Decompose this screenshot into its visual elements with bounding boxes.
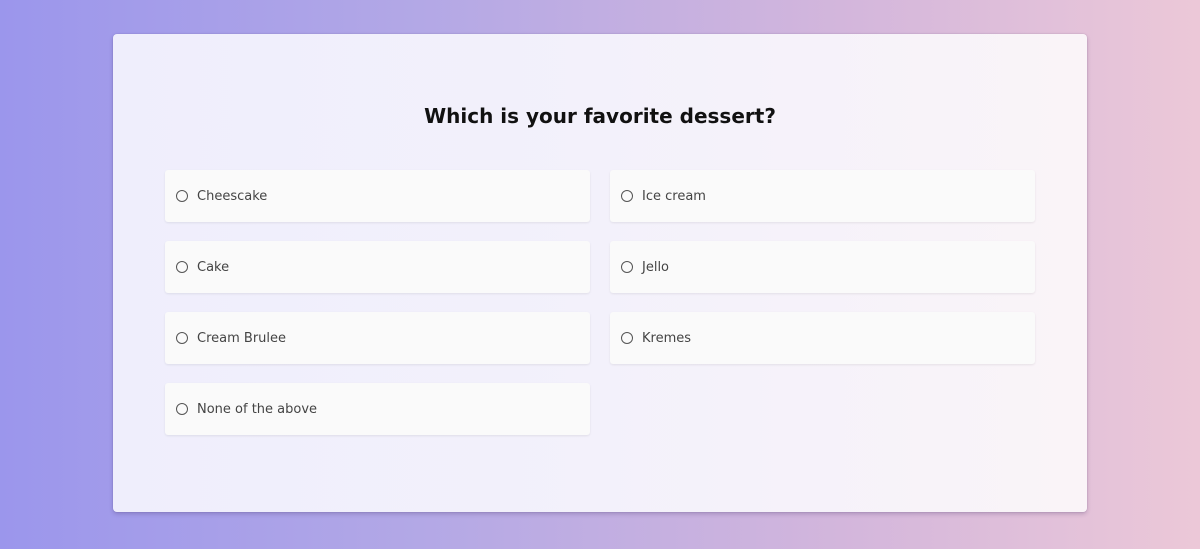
radio-icon[interactable]	[176, 261, 188, 273]
radio-icon[interactable]	[176, 190, 188, 202]
question-title: Which is your favorite dessert?	[424, 104, 776, 128]
option-label: Ice cream	[642, 188, 706, 204]
radio-icon[interactable]	[176, 332, 188, 344]
option-cake[interactable]: Cake	[165, 241, 590, 293]
radio-icon[interactable]	[176, 403, 188, 415]
option-label: Cake	[197, 259, 230, 275]
option-jello[interactable]: Jello	[610, 241, 1035, 293]
option-label: Cream Brulee	[197, 330, 287, 346]
option-cream-brulee[interactable]: Cream Brulee	[165, 312, 590, 364]
option-kremes[interactable]: Kremes	[610, 312, 1035, 364]
option-ice-cream[interactable]: Ice cream	[610, 170, 1035, 222]
option-cheescake[interactable]: Cheescake	[165, 170, 590, 222]
radio-icon[interactable]	[621, 332, 633, 344]
option-label: Cheescake	[197, 188, 268, 204]
radio-icon[interactable]	[621, 190, 633, 202]
option-label: None of the above	[197, 401, 318, 417]
radio-icon[interactable]	[621, 261, 633, 273]
survey-card: Which is your favorite dessert? Cheescak…	[113, 34, 1087, 512]
option-none-of-the-above[interactable]: None of the above	[165, 383, 590, 435]
option-label: Jello	[642, 259, 670, 275]
option-label: Kremes	[642, 330, 692, 346]
